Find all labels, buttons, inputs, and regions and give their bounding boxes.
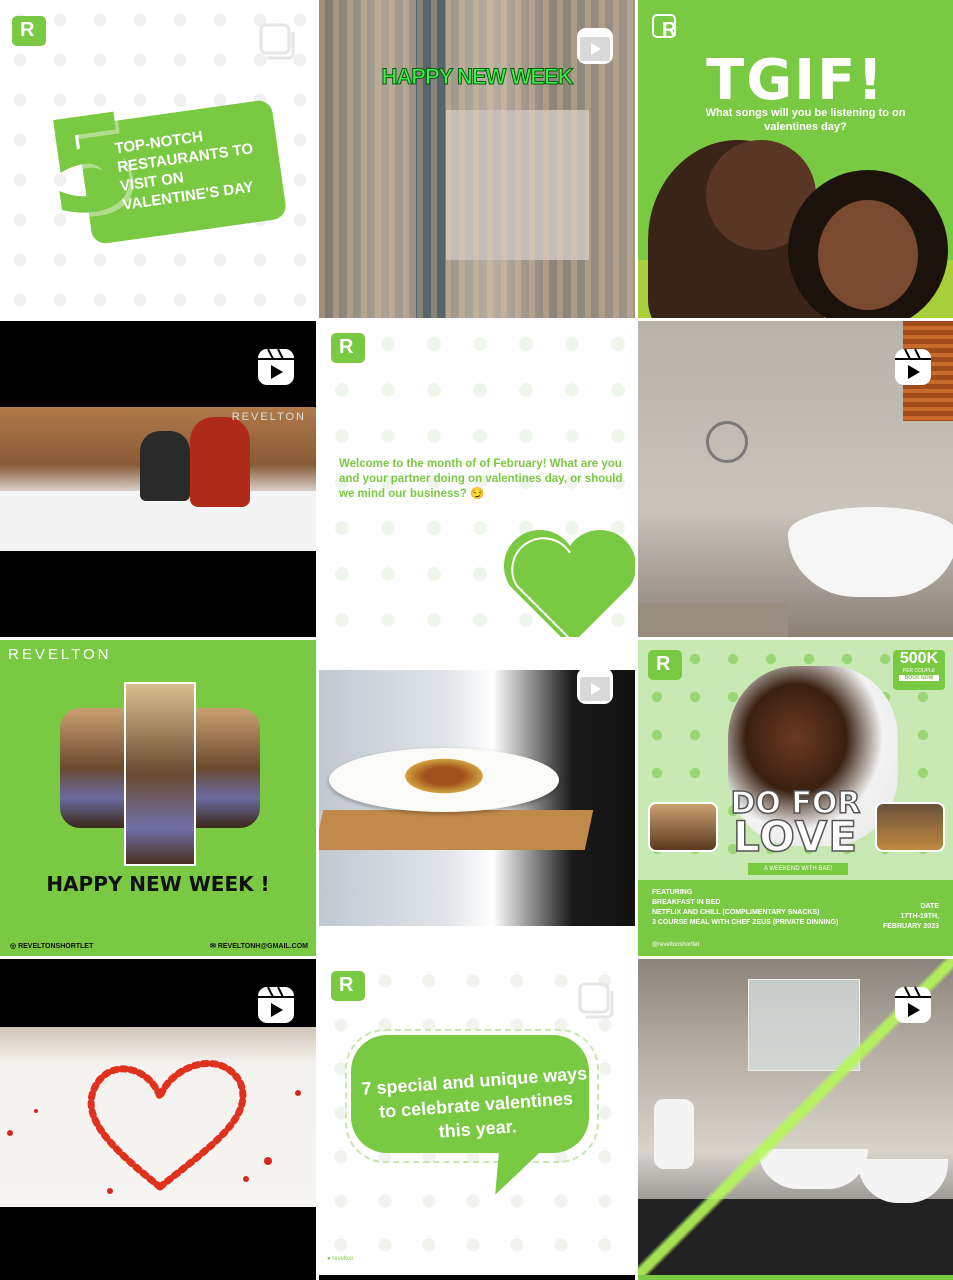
date-info: DATE 17TH-19TH, FEBRUARY 2023 — [869, 902, 939, 932]
counter — [638, 603, 788, 637]
instagram-handle: ◎ REVELTONSHORTLET — [10, 943, 94, 950]
reel-icon — [895, 986, 931, 1023]
food — [399, 756, 489, 796]
featuring-label: FEATURING — [652, 889, 693, 896]
post-title: TGIF! — [706, 48, 885, 113]
multi-post-icon — [259, 23, 295, 60]
email-contact: ✉ REVELTONH@GMAIL.COM — [210, 943, 308, 950]
profile-post-grid: 5 5 TOP-NOTCH RESTAURANTS TO VISIT ON VA… — [0, 0, 953, 1280]
room-photo-strip — [124, 682, 196, 866]
person — [140, 431, 190, 501]
price-value: 500K — [899, 650, 939, 667]
towel-ring — [706, 421, 748, 463]
book-now-label: BOOK NOW — [899, 675, 939, 681]
brand-name: REVELTON — [8, 646, 112, 663]
reel-icon — [577, 28, 613, 64]
revelton-logo — [331, 971, 365, 1001]
brand-footer: ● revelton — [327, 1256, 354, 1262]
post-happy-new-week-reel[interactable]: HAPPY NEW WEEK — [319, 0, 635, 318]
post-do-for-love[interactable]: 500K PER COUPLE BOOK NOW DO FOR LOVE A W… — [638, 640, 953, 956]
reel-icon — [258, 348, 294, 385]
heart-shape — [503, 529, 635, 637]
post-bathroom-reel[interactable] — [638, 959, 953, 1280]
post-bathtub-reel[interactable] — [638, 321, 953, 637]
reel-icon — [895, 348, 931, 385]
rose-petal-heart — [7, 1060, 301, 1194]
post-seven-ways-valentines[interactable]: 7 special and unique ways to celebrate v… — [319, 959, 635, 1280]
post-breakfast-in-bed-reel[interactable]: REVELTON — [0, 321, 316, 637]
revelton-logo — [652, 14, 676, 42]
next-row-preview — [638, 1275, 953, 1280]
post-happy-new-week-room[interactable]: REVELTON HAPPY NEW WEEK ! ◎ REVELTONSHOR… — [0, 640, 316, 956]
brand-footer-text: revelton — [332, 1256, 354, 1262]
features-list: FEATURING BREAKFAST IN BED NETFLIX AND C… — [652, 888, 838, 928]
price-sub: PER COUPLE — [902, 668, 936, 674]
handle-text: REVELTONSHORTLET — [18, 943, 94, 950]
post-room-service-reel[interactable] — [319, 640, 635, 956]
tagline: A WEEKEND WITH BAE! — [748, 863, 848, 875]
feature-item: BREAKFAST IN BED — [652, 899, 721, 906]
watermark: REVELTON — [231, 411, 306, 423]
post-message: Welcome to the month of of February! Wha… — [339, 458, 623, 500]
post-subtitle: What songs will you be listening to on v… — [705, 107, 906, 133]
multi-post-icon — [578, 982, 614, 1019]
post-rose-petal-heart-reel[interactable] — [0, 959, 316, 1280]
reel-icon — [577, 668, 613, 704]
price-badge: 500K PER COUPLE BOOK NOW — [893, 650, 945, 690]
post-welcome-february[interactable]: Welcome to the month of of February! Wha… — [319, 321, 635, 637]
revelton-logo — [12, 16, 46, 46]
feature-item: 3 COURSE MEAL WITH CHEF ZEUS (PRIVATE DI… — [652, 919, 839, 926]
post-headline: HAPPY NEW WEEK — [381, 64, 574, 90]
instagram-handle: @reveltonshortlet — [652, 942, 700, 948]
reel-icon — [258, 986, 294, 1023]
feature-item: NETFLIX AND CHILL (COMPLIMENTARY SNACKS) — [652, 909, 820, 916]
post-tgif[interactable]: TGIF! What songs will you be listening t… — [638, 0, 953, 318]
woman-face — [818, 200, 918, 310]
post-headline: HAPPY NEW WEEK ! — [46, 872, 270, 896]
email-text: REVELTONH@GMAIL.COM — [217, 943, 308, 950]
title-line-2: LOVE — [732, 811, 859, 862]
date-label: DATE — [920, 903, 939, 910]
post-top-notch-restaurants[interactable]: 5 5 TOP-NOTCH RESTAURANTS TO VISIT ON VA… — [0, 0, 316, 318]
person — [190, 417, 250, 507]
date-value: 17TH-19TH, FEBRUARY 2023 — [882, 913, 939, 930]
bathtub — [788, 507, 953, 597]
next-row-preview — [319, 1275, 635, 1280]
revelton-logo — [331, 333, 365, 363]
wooden-tray — [319, 810, 594, 850]
revelton-logo — [648, 650, 682, 680]
